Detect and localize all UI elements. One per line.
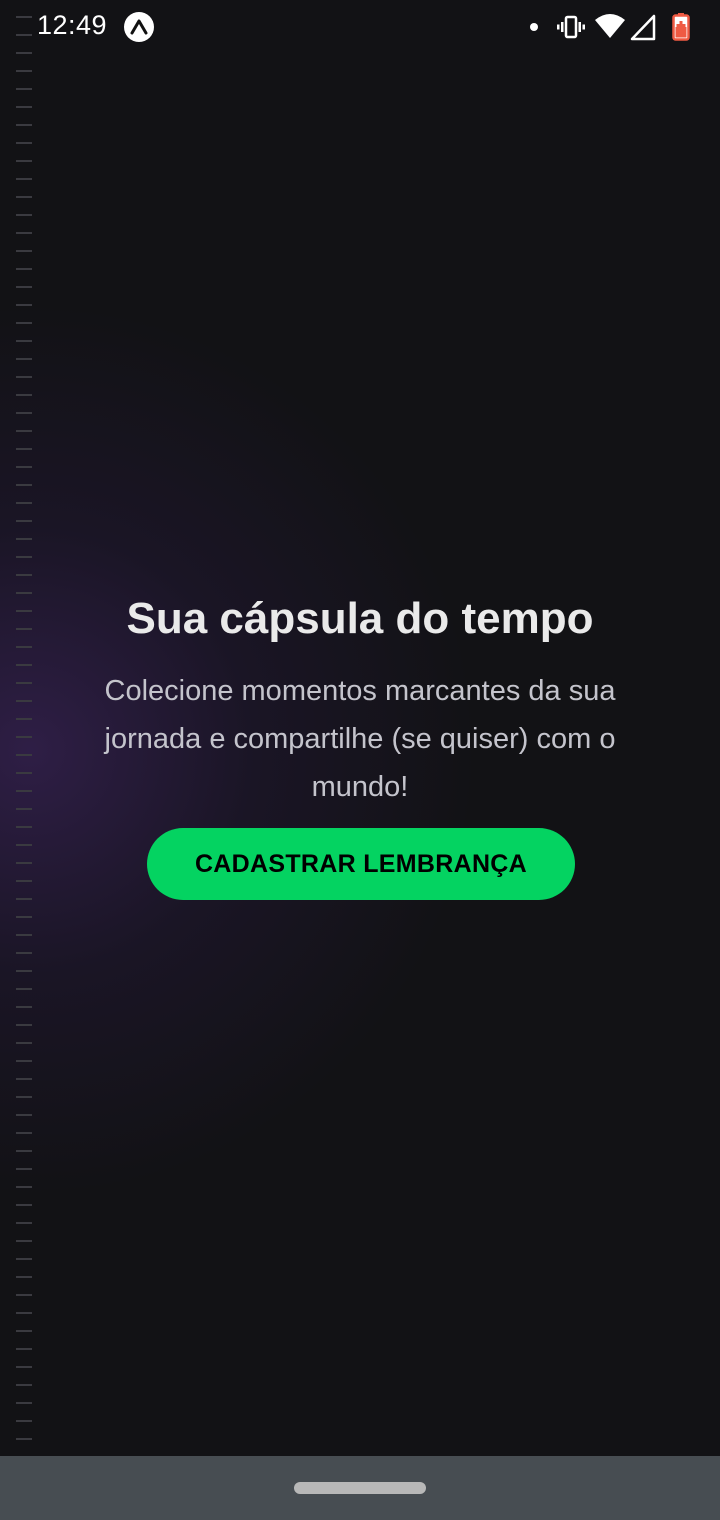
vibrate-icon — [556, 12, 586, 47]
expo-icon — [124, 12, 154, 42]
page-subtitle: Colecione momentos marcantes da sua jorn… — [104, 675, 616, 803]
home-gesture-handle[interactable] — [294, 1482, 426, 1494]
dot-icon — [528, 12, 540, 47]
system-nav-bar — [0, 1456, 720, 1520]
page-title: Sua cápsula do tempo — [126, 594, 594, 644]
decorative-stripes — [16, 0, 32, 1456]
status-clock: 12:49 — [37, 10, 108, 40]
battery-icon — [672, 12, 690, 47]
signal-icon — [630, 12, 656, 47]
wifi-icon — [594, 12, 626, 47]
status-bar: 12:49 — [0, 0, 720, 56]
app-screen: 12:49 Sua cápsula do tempo Colecione mom… — [0, 0, 720, 1520]
register-memory-button[interactable]: CADASTRAR LEMBRANÇA — [147, 828, 575, 900]
